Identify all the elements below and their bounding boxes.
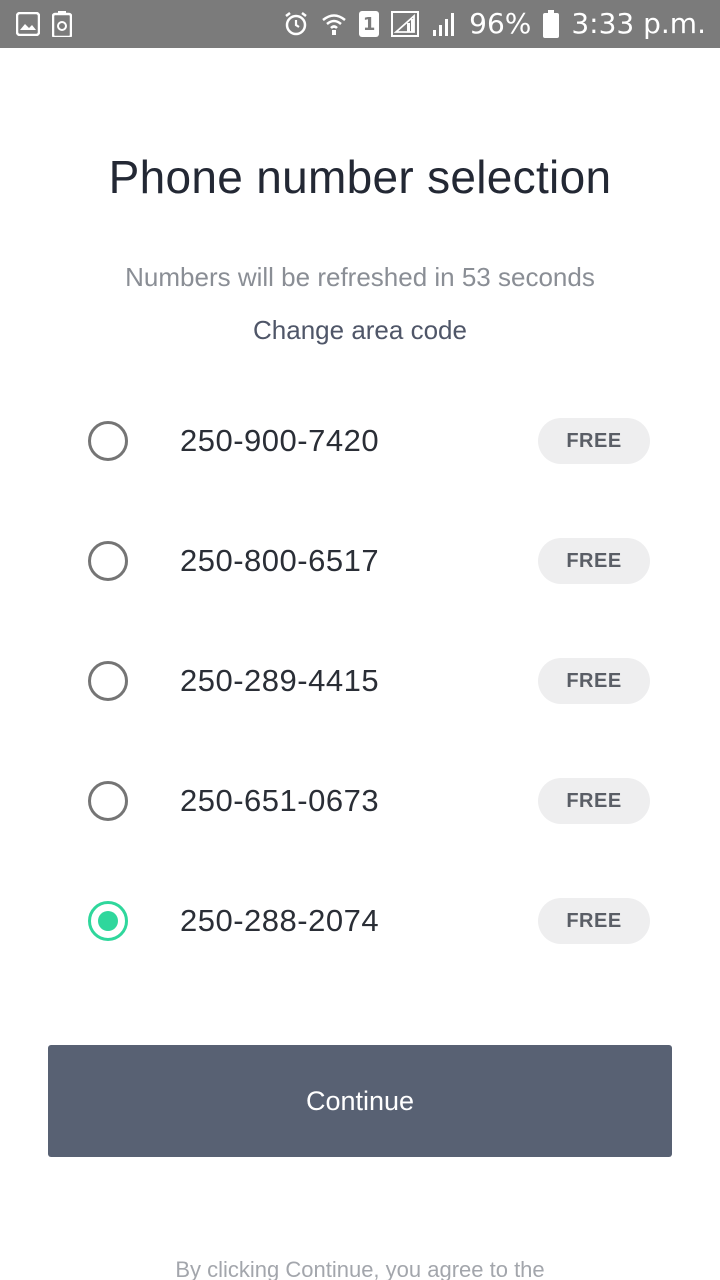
number-option-3[interactable]: 250-289-4415 FREE (0, 621, 720, 741)
alarm-icon (283, 11, 309, 37)
price-badge: FREE (538, 418, 650, 464)
battery-saver-icon (52, 11, 72, 37)
gallery-icon (16, 12, 40, 36)
continue-button[interactable]: Continue (48, 1045, 672, 1157)
status-right: 1 96% 3:33 p.m. (283, 10, 706, 38)
sim-icon: 1 (359, 11, 380, 37)
status-left (16, 11, 72, 37)
radio-button[interactable] (88, 541, 128, 581)
radio-button[interactable] (88, 421, 128, 461)
phone-number: 250-800-6517 (180, 543, 380, 578)
phone-number: 250-288-2074 (180, 903, 380, 938)
status-bar: 1 96% 3:33 p.m. (0, 0, 720, 48)
phone-number: 250-900-7420 (180, 423, 380, 458)
phone-number: 250-651-0673 (180, 783, 380, 818)
number-option-1[interactable]: 250-900-7420 FREE (0, 381, 720, 501)
signal-box-icon (391, 11, 420, 37)
battery-icon (543, 10, 560, 38)
battery-percent: 96% (469, 7, 532, 40)
price-badge: FREE (538, 538, 650, 584)
signal-icon (431, 12, 457, 36)
number-option-5[interactable]: 250-288-2074 FREE (0, 861, 720, 981)
status-time: 3:33 p.m. (571, 7, 706, 40)
phone-number-list: 250-900-7420 FREE 250-800-6517 FREE 250-… (0, 381, 720, 981)
radio-button[interactable] (88, 661, 128, 701)
price-badge: FREE (538, 898, 650, 944)
number-option-2[interactable]: 250-800-6517 FREE (0, 501, 720, 621)
change-area-code-link[interactable]: Change area code (0, 315, 720, 346)
phone-number: 250-289-4415 (180, 663, 380, 698)
refresh-notice: Numbers will be refreshed in 53 seconds (125, 262, 595, 292)
page-title: Phone number selection (108, 151, 612, 203)
radio-button[interactable] (88, 781, 128, 821)
wifi-icon (321, 12, 347, 36)
number-option-4[interactable]: 250-651-0673 FREE (0, 741, 720, 861)
radio-button-selected[interactable] (88, 901, 128, 941)
price-badge: FREE (538, 658, 650, 704)
terms-text: By clicking Continue, you agree to the (175, 1257, 545, 1280)
price-badge: FREE (538, 778, 650, 824)
